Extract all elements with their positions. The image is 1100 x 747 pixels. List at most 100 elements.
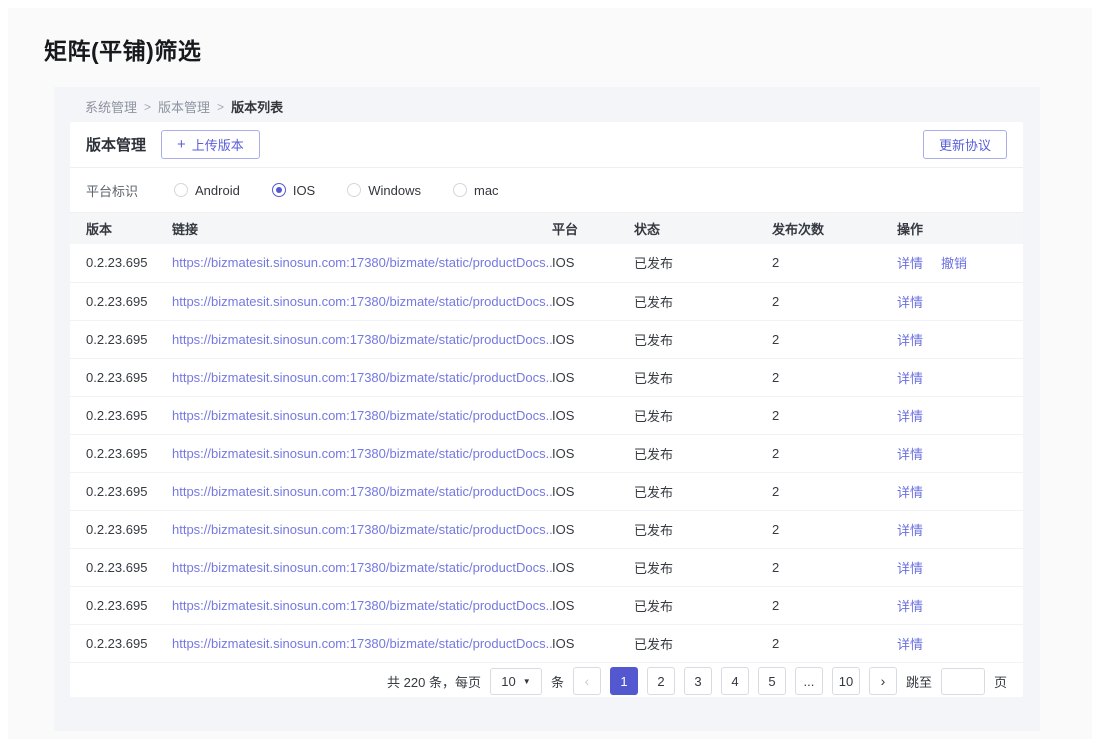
version-link[interactable]: https://bizmatesit.sinosun.com:17380/biz… — [172, 370, 552, 385]
publish_count-cell: 2 — [772, 510, 897, 548]
page-button-3[interactable]: 3 — [684, 667, 712, 695]
page-size-select[interactable]: 10 ▼ — [490, 668, 542, 695]
next-page-button[interactable]: › — [869, 667, 897, 695]
radio-mac[interactable]: mac — [453, 183, 499, 198]
page-buttons: 12345... 10 — [610, 667, 860, 695]
page-title: 矩阵(平铺)筛选 — [44, 32, 201, 66]
publish_count-cell: 2 — [772, 244, 897, 282]
page-button-10[interactable]: 10 — [832, 667, 860, 695]
version-link[interactable]: https://bizmatesit.sinosun.com:17380/biz… — [172, 560, 552, 575]
table-row: 0.2.23.695https://bizmatesit.sinosun.com… — [70, 358, 1023, 396]
version-cell: 0.2.23.695 — [70, 282, 172, 320]
detail-action-link[interactable]: 详情 — [897, 333, 923, 348]
publish_count-cell: 2 — [772, 624, 897, 662]
page-button-5[interactable]: 5 — [758, 667, 786, 695]
actions-cell: 详情 — [897, 320, 1023, 358]
radio-unchecked-icon — [453, 183, 467, 197]
link-cell: https://bizmatesit.sinosun.com:17380/biz… — [172, 586, 552, 624]
version-link[interactable]: https://bizmatesit.sinosun.com:17380/biz… — [172, 598, 552, 613]
breadcrumb-item-version-list: 版本列表 — [231, 97, 283, 116]
table-row: 0.2.23.695https://bizmatesit.sinosun.com… — [70, 244, 1023, 282]
radio-checked-icon — [272, 183, 286, 197]
status-cell: 已发布 — [634, 282, 772, 320]
link-cell: https://bizmatesit.sinosun.com:17380/biz… — [172, 320, 552, 358]
platform-cell: IOS — [552, 586, 634, 624]
platform-cell: IOS — [552, 396, 634, 434]
page-ellipsis-button[interactable]: ... — [795, 667, 823, 695]
radio-label: IOS — [293, 183, 315, 198]
link-cell: https://bizmatesit.sinosun.com:17380/biz… — [172, 358, 552, 396]
detail-action-link[interactable]: 详情 — [897, 637, 923, 652]
table-row: 0.2.23.695https://bizmatesit.sinosun.com… — [70, 434, 1023, 472]
platform-cell: IOS — [552, 282, 634, 320]
status-cell: 已发布 — [634, 624, 772, 662]
status-cell: 已发布 — [634, 472, 772, 510]
column-header-platform: 平台 — [552, 213, 634, 244]
table-body: 0.2.23.695https://bizmatesit.sinosun.com… — [70, 244, 1023, 662]
status-cell: 已发布 — [634, 320, 772, 358]
status-cell: 已发布 — [634, 434, 772, 472]
upload-version-button[interactable]: + 上传版本 — [161, 130, 260, 159]
actions-cell: 详情 — [897, 396, 1023, 434]
version-link[interactable]: https://bizmatesit.sinosun.com:17380/biz… — [172, 446, 552, 461]
page-button-4[interactable]: 4 — [721, 667, 749, 695]
detail-action-link[interactable]: 详情 — [897, 447, 923, 462]
actions-cell: 详情 — [897, 510, 1023, 548]
version-link[interactable]: https://bizmatesit.sinosun.com:17380/biz… — [172, 636, 552, 651]
publish_count-cell: 2 — [772, 396, 897, 434]
table-row: 0.2.23.695https://bizmatesit.sinosun.com… — [70, 510, 1023, 548]
status-cell: 已发布 — [634, 548, 772, 586]
column-header-status: 状态 — [634, 213, 772, 244]
revoke-action-link[interactable]: 撤销 — [941, 256, 967, 271]
publish_count-cell: 2 — [772, 472, 897, 510]
actions-cell: 详情 — [897, 586, 1023, 624]
radio-ios[interactable]: IOS — [272, 183, 315, 198]
column-header-publish_count: 发布次数 — [772, 213, 897, 244]
platform-filter-row: 平台标识 AndroidIOSWindowsmac — [70, 168, 1023, 213]
publish_count-cell: 2 — [772, 434, 897, 472]
pagination-total-text: 共 220 条，每页 — [387, 672, 481, 691]
detail-action-link[interactable]: 详情 — [897, 561, 923, 576]
page-size-value: 10 — [501, 674, 515, 689]
actions-cell: 详情 — [897, 434, 1023, 472]
page-button-1[interactable]: 1 — [610, 667, 638, 695]
breadcrumb-item-version-management[interactable]: 版本管理 — [158, 97, 210, 116]
version-cell: 0.2.23.695 — [70, 434, 172, 472]
jump-to-page-input[interactable] — [941, 668, 985, 695]
version-link[interactable]: https://bizmatesit.sinosun.com:17380/biz… — [172, 255, 552, 270]
version-link[interactable]: https://bizmatesit.sinosun.com:17380/biz… — [172, 522, 552, 537]
section-title: 版本管理 — [86, 134, 146, 155]
detail-action-link[interactable]: 详情 — [897, 523, 923, 538]
update-protocol-button[interactable]: 更新协议 — [923, 130, 1007, 159]
link-cell: https://bizmatesit.sinosun.com:17380/biz… — [172, 548, 552, 586]
radio-windows[interactable]: Windows — [347, 183, 421, 198]
version-link[interactable]: https://bizmatesit.sinosun.com:17380/biz… — [172, 332, 552, 347]
chevron-down-icon: ▼ — [523, 677, 531, 686]
table-header-row: 版本链接平台状态发布次数操作 — [70, 213, 1023, 244]
breadcrumb-item-system[interactable]: 系统管理 — [85, 97, 137, 116]
radio-android[interactable]: Android — [174, 183, 240, 198]
prev-page-button[interactable]: ‹ — [573, 667, 601, 695]
version-link[interactable]: https://bizmatesit.sinosun.com:17380/biz… — [172, 408, 552, 423]
version-link[interactable]: https://bizmatesit.sinosun.com:17380/biz… — [172, 294, 552, 309]
publish_count-cell: 2 — [772, 358, 897, 396]
version-link[interactable]: https://bizmatesit.sinosun.com:17380/biz… — [172, 484, 552, 499]
link-cell: https://bizmatesit.sinosun.com:17380/biz… — [172, 434, 552, 472]
platform-cell: IOS — [552, 244, 634, 282]
link-cell: https://bizmatesit.sinosun.com:17380/biz… — [172, 244, 552, 282]
platform-cell: IOS — [552, 320, 634, 358]
detail-action-link[interactable]: 详情 — [897, 409, 923, 424]
pagination-unit-text: 条 — [551, 672, 564, 691]
detail-action-link[interactable]: 详情 — [897, 599, 923, 614]
link-cell: https://bizmatesit.sinosun.com:17380/biz… — [172, 282, 552, 320]
detail-action-link[interactable]: 详情 — [897, 371, 923, 386]
status-cell: 已发布 — [634, 396, 772, 434]
link-cell: https://bizmatesit.sinosun.com:17380/biz… — [172, 624, 552, 662]
column-header-actions: 操作 — [897, 213, 1023, 244]
radio-label: mac — [474, 183, 499, 198]
page-button-2[interactable]: 2 — [647, 667, 675, 695]
version-cell: 0.2.23.695 — [70, 320, 172, 358]
detail-action-link[interactable]: 详情 — [897, 485, 923, 500]
detail-action-link[interactable]: 详情 — [897, 256, 923, 271]
detail-action-link[interactable]: 详情 — [897, 295, 923, 310]
